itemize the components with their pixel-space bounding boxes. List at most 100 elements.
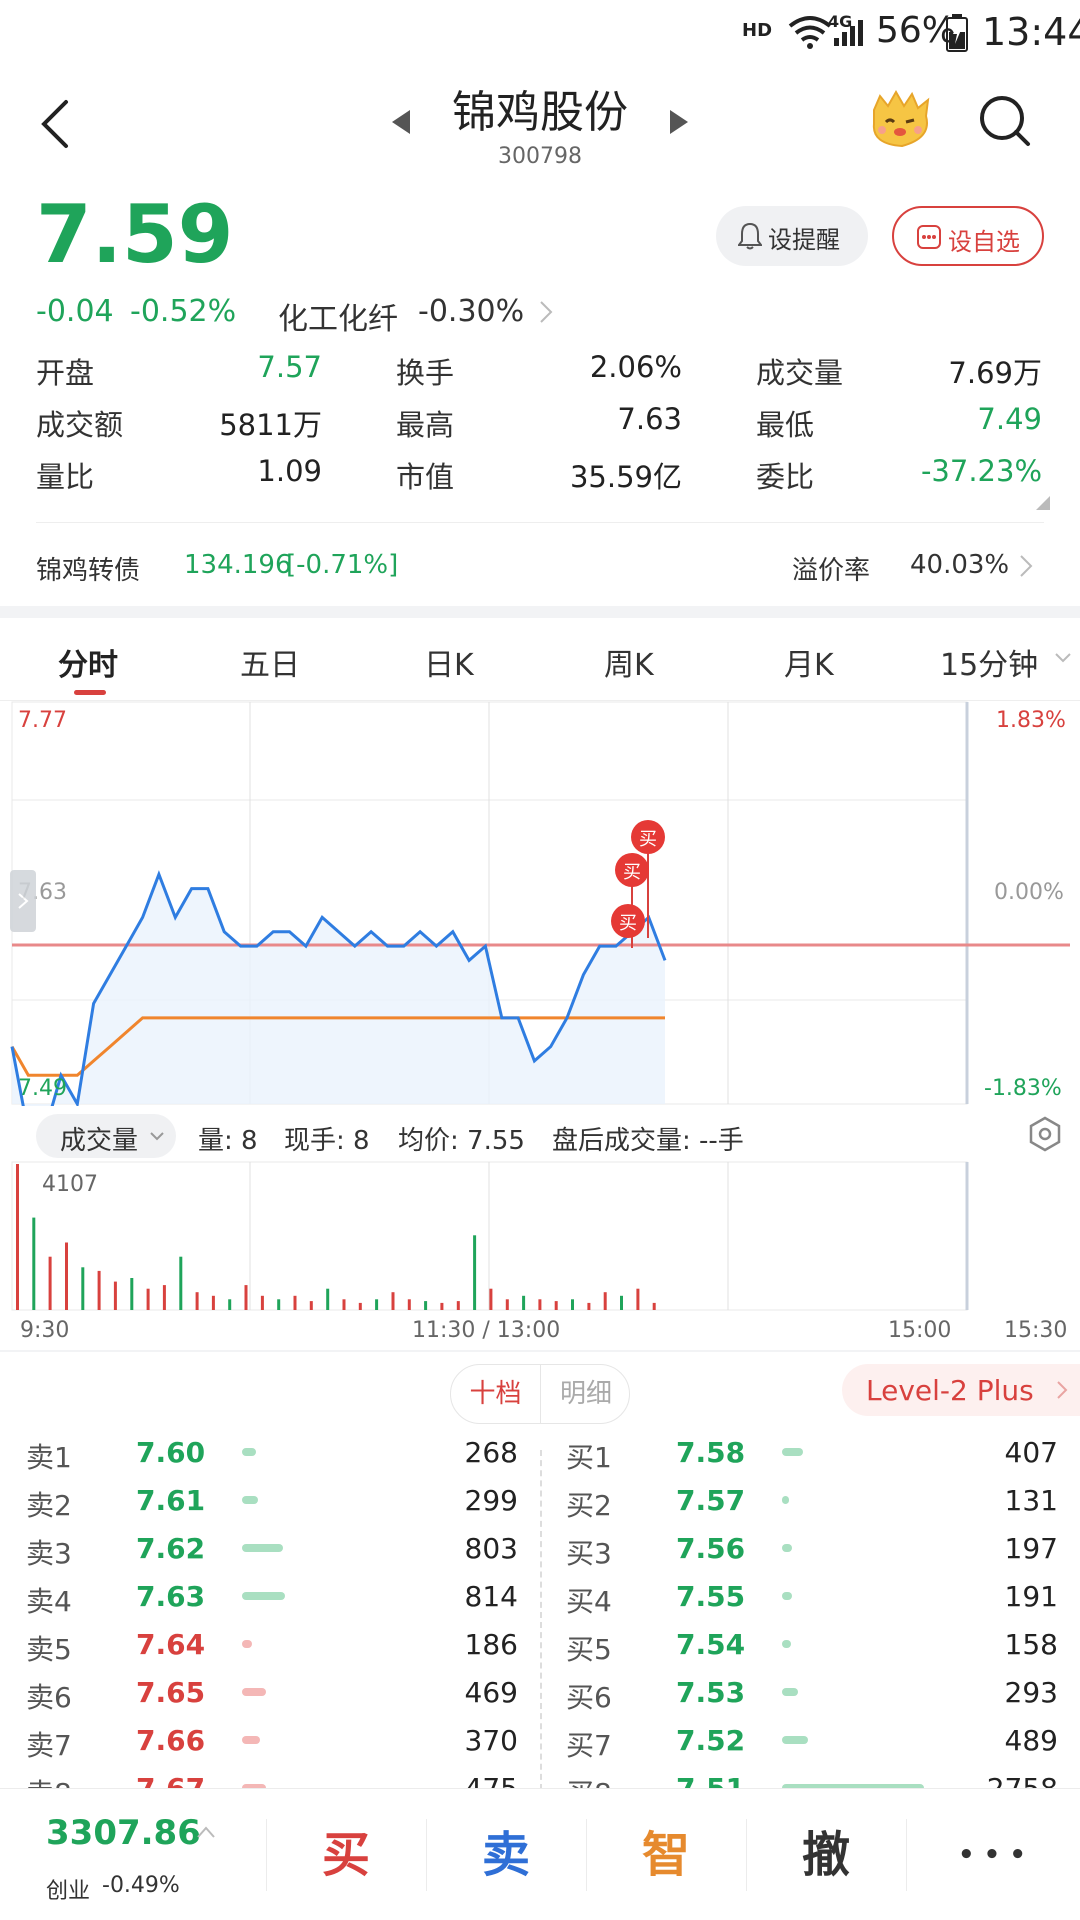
tab-detail[interactable]: 明细: [541, 1365, 631, 1423]
bottom-trade-bar: 3307.86 创业 -0.49% 买 卖 智 撤 • • •: [0, 1788, 1080, 1920]
tab-intraday[interactable]: 分时: [58, 640, 118, 684]
volume-bar: [32, 1217, 36, 1310]
smart-button[interactable]: 智: [586, 1789, 746, 1920]
stat-value: 7.49: [977, 402, 1042, 436]
volume-after-hours: 盘后成交量: --手: [552, 1126, 744, 1156]
volume-bar: [571, 1299, 574, 1310]
volume-bar: [162, 1285, 166, 1310]
tab-indicator: [74, 690, 106, 695]
level2-label: Level-2 Plus: [866, 1374, 1034, 1407]
buy-marker[interactable]: 买: [615, 853, 649, 887]
tab-daily[interactable]: 日K: [424, 640, 474, 684]
back-arrow-icon[interactable]: [36, 96, 76, 152]
volume-selector[interactable]: 成交量: [36, 1114, 176, 1158]
level-label: 买5: [566, 1633, 612, 1666]
volume-bar: [309, 1301, 313, 1310]
sector-name[interactable]: 化工化纤: [278, 294, 398, 338]
settings-hex-icon[interactable]: [1028, 1116, 1062, 1152]
stat-value: 7.57: [257, 350, 322, 384]
chevron-right-icon[interactable]: [538, 298, 554, 326]
price-area: [12, 874, 665, 1106]
level-label: 买8: [566, 1772, 612, 1788]
convertible-bond-row[interactable]: 锦鸡转债 134.196 [-0.71%] 溢价率 40.03%: [0, 530, 1080, 602]
expand-handle[interactable]: [10, 870, 36, 932]
volume-bar: [603, 1292, 607, 1310]
section-band: [0, 606, 1080, 618]
volume-bar: [407, 1299, 411, 1310]
level-qty: 191: [1004, 1580, 1058, 1613]
level-label: 买3: [566, 1537, 612, 1570]
orderbook-tabs: 十档 明细: [450, 1364, 630, 1424]
stat-value: 7.69万: [948, 356, 1042, 390]
tab-ten-levels[interactable]: 十档: [451, 1365, 541, 1423]
volume-bar: [179, 1256, 183, 1310]
volume-bar: [16, 1164, 19, 1310]
level-volume-bar: [782, 1496, 789, 1504]
bond-name: 锦鸡转债: [36, 556, 141, 586]
stat-value: 5811万: [219, 408, 322, 442]
tab-weekly[interactable]: 周K: [604, 640, 654, 684]
time-label: 11:30 / 13:00: [412, 1318, 561, 1343]
tab-monthly[interactable]: 月K: [784, 640, 834, 684]
volume-hand: 现手: 8: [284, 1126, 370, 1156]
sector-pct[interactable]: -0.30%: [418, 294, 524, 329]
tab-15min[interactable]: 15分钟: [940, 640, 1038, 684]
more-menu-button[interactable]: • • •: [912, 1789, 1072, 1920]
signal-icon: [834, 20, 863, 46]
volume-chart[interactable]: [0, 1160, 1080, 1312]
price-change: -0.04: [36, 294, 114, 329]
volume-bar: [65, 1242, 68, 1310]
intraday-price-chart[interactable]: 买 买 买: [0, 700, 1080, 1106]
tab-5day[interactable]: 五日: [240, 640, 300, 684]
sell-button[interactable]: 卖: [426, 1789, 586, 1920]
volume-bar: [326, 1288, 330, 1310]
level-label: 买4: [566, 1585, 612, 1618]
volume-bar: [358, 1302, 362, 1310]
mascot-icon[interactable]: [866, 88, 936, 152]
expand-corner-icon[interactable]: [1036, 496, 1050, 510]
chevron-down-icon[interactable]: [1054, 652, 1072, 664]
level2-plus-button[interactable]: Level-2 Plus: [842, 1364, 1080, 1416]
volume-bar: [97, 1270, 101, 1310]
cancel-order-button[interactable]: 撤: [746, 1789, 906, 1920]
level-volume-bar: [782, 1688, 798, 1696]
chevron-right-icon: [1020, 555, 1033, 577]
prev-stock-icon[interactable]: [390, 108, 412, 136]
add-watchlist-button[interactable]: 设自选: [892, 206, 1044, 266]
level-price: 7.57: [676, 1484, 746, 1517]
buy-button[interactable]: 买: [266, 1789, 426, 1920]
index-widget[interactable]: 3307.86 创业 -0.49%: [0, 1789, 266, 1920]
volume-bar: [48, 1256, 52, 1310]
level-qty: 407: [1004, 1436, 1058, 1469]
svg-text:买: 买: [623, 862, 641, 883]
volume-bar: [277, 1299, 281, 1310]
volume-bar: [440, 1302, 444, 1310]
watchlist-icon: [917, 225, 941, 249]
y-axis-top-pct: 1.83%: [996, 708, 1066, 733]
volume-bar: [211, 1295, 215, 1310]
price-change-pct: -0.52%: [130, 294, 237, 329]
status-bar: HD 4G 56% 13:44: [0, 0, 1080, 64]
stat-label: 成交量: [756, 356, 844, 390]
time-label: 15:30: [1004, 1318, 1068, 1343]
volume-bar: [260, 1295, 264, 1310]
level-label: 买7: [566, 1729, 612, 1762]
volume-bar: [146, 1288, 150, 1310]
y-axis-top-price: 7.77: [18, 708, 67, 733]
stat-value: 1.09: [257, 454, 322, 488]
set-alert-button[interactable]: 设提醒: [716, 206, 868, 266]
level-volume-bar: [782, 1544, 792, 1552]
y-axis-low-price: 7.49: [18, 1076, 67, 1101]
buy-marker[interactable]: 买: [631, 820, 665, 854]
search-icon[interactable]: [978, 94, 1034, 150]
buy-marker[interactable]: 买: [611, 904, 645, 938]
add-watchlist-label: 设自选: [948, 228, 1020, 256]
volume-bar: [505, 1299, 509, 1310]
level-qty: 489: [1004, 1724, 1058, 1757]
volume-bar: [293, 1295, 297, 1310]
level-price: 7.51: [676, 1772, 745, 1788]
premium-label: 溢价率: [792, 556, 871, 586]
next-stock-icon[interactable]: [668, 108, 690, 136]
divider: [906, 1819, 907, 1891]
set-alert-label: 设提醒: [768, 226, 840, 254]
